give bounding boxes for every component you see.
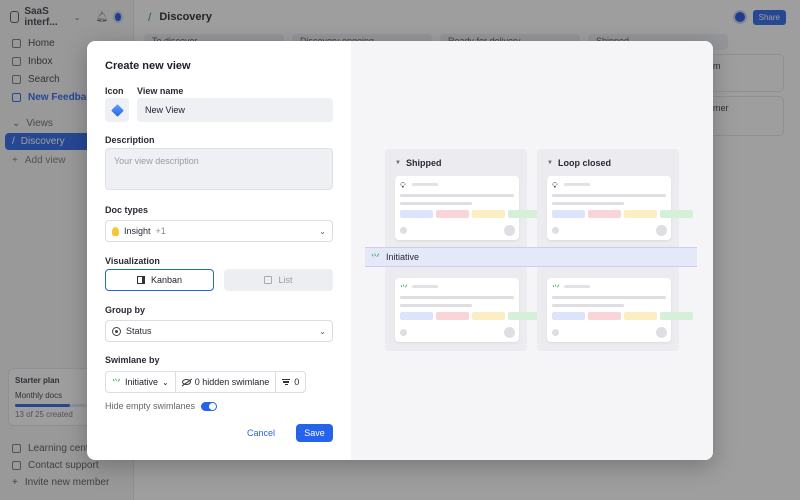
- hide-empty-toggle[interactable]: [201, 401, 218, 411]
- group-by-select[interactable]: Status ⌄: [105, 320, 333, 342]
- kanban-icon: [136, 276, 145, 284]
- view-name-label: View name: [137, 86, 184, 96]
- create-view-form: Create new view Icon View name Descripti…: [87, 41, 351, 460]
- chevron-down-icon: ⌄: [319, 326, 326, 336]
- sprout-icon: ⺍: [400, 284, 408, 293]
- group-by-value: Status: [126, 326, 152, 336]
- icon-label: Icon: [105, 86, 124, 96]
- swimlane-filter-button[interactable]: 0: [276, 372, 305, 392]
- filter-icon: [282, 379, 291, 385]
- kanban-option[interactable]: Kanban: [105, 269, 214, 291]
- visualization-label: Visualization: [105, 256, 160, 266]
- doc-types-select[interactable]: Insight +1 ⌄: [105, 220, 333, 242]
- group-by-label: Group by: [105, 305, 145, 315]
- create-view-modal: Create new view Icon View name Descripti…: [87, 41, 713, 460]
- caret-down-icon: ▼: [395, 160, 401, 166]
- description-field[interactable]: [105, 148, 333, 190]
- doc-types-extra-count: +1: [155, 226, 166, 236]
- icon-picker[interactable]: [105, 98, 129, 122]
- hidden-swimlane-button[interactable]: 0 hidden swimlane: [176, 372, 277, 392]
- sprout-icon: ⺍: [112, 377, 122, 388]
- sprout-icon: ⺍: [371, 252, 381, 263]
- modal-title: Create new view: [105, 60, 191, 72]
- doc-types-label: Doc types: [105, 205, 149, 215]
- preview-card: 💡︎: [547, 176, 693, 240]
- preview-card: ⺍: [547, 278, 693, 342]
- list-option[interactable]: List: [224, 269, 333, 291]
- lightbulb-icon: [112, 226, 119, 236]
- lightbulb-icon: 💡︎: [552, 181, 558, 190]
- lightbulb-icon: 💡︎: [400, 181, 406, 190]
- list-icon: [264, 276, 273, 284]
- status-icon: [112, 326, 121, 336]
- chevron-down-icon: ⌄: [319, 226, 326, 236]
- kanban-label: Kanban: [150, 275, 183, 285]
- preview-column-title: Loop closed: [557, 158, 611, 168]
- preview-card: ⺍: [395, 278, 541, 342]
- preview-column-header: ▼ Shipped: [395, 158, 441, 168]
- swimlane-label: Swimlane by: [105, 355, 160, 365]
- eye-off-icon: [181, 379, 191, 385]
- cancel-button[interactable]: Cancel: [247, 424, 275, 442]
- preview-column-header: ▼ Loop closed: [547, 158, 611, 168]
- save-button[interactable]: Save: [296, 424, 333, 442]
- preview-swimlane-label: Initiative: [386, 252, 420, 262]
- doc-types-value: Insight: [124, 226, 151, 236]
- swimlane-value: Initiative: [125, 377, 159, 387]
- diamond-icon: [110, 103, 124, 117]
- preview-card: 💡︎: [395, 176, 541, 240]
- swimlane-select[interactable]: ⺍ Initiative ⌄: [106, 372, 176, 392]
- description-label: Description: [105, 135, 155, 145]
- view-name-input[interactable]: [137, 98, 333, 122]
- preview-swimlane: ⺍ Initiative: [365, 247, 697, 267]
- sprout-icon: ⺍: [552, 284, 560, 293]
- hide-empty-row: Hide empty swimlanes: [105, 401, 218, 411]
- filter-count: 0: [294, 377, 300, 387]
- swimlane-controls: ⺍ Initiative ⌄ 0 hidden swimlane 0: [105, 371, 307, 393]
- hidden-swimlane-label: 0 hidden swimlane: [194, 377, 270, 387]
- chevron-down-icon: ⌄: [162, 377, 169, 387]
- hide-empty-label: Hide empty swimlanes: [105, 401, 196, 411]
- view-preview: ▼ Shipped 💡︎ ⺍ ▼ Loop closed 💡︎ ⺍ ⺍ Initia…: [351, 41, 713, 460]
- caret-down-icon: ▼: [547, 160, 553, 166]
- preview-column-title: Shipped: [405, 158, 442, 168]
- list-label: List: [278, 275, 293, 285]
